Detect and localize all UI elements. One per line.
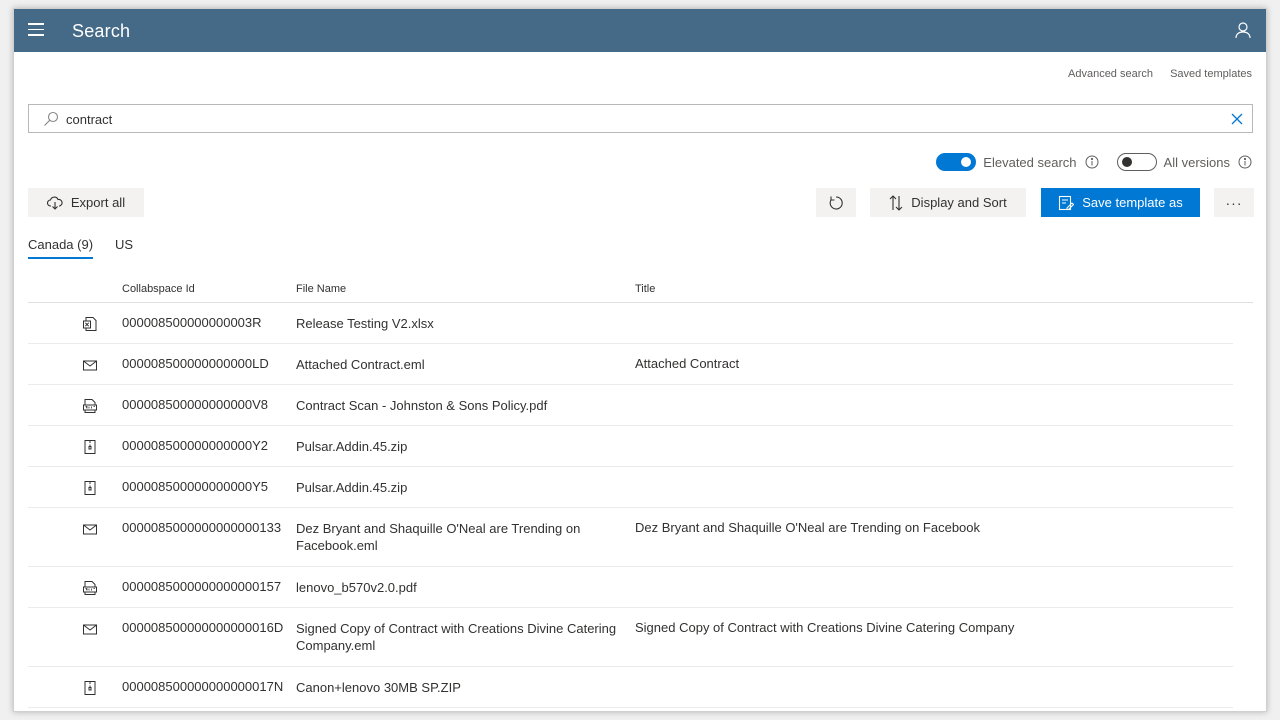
save-template-label: Save template as xyxy=(1082,195,1183,210)
search-icon xyxy=(44,111,59,126)
refresh-button[interactable] xyxy=(816,188,856,217)
column-header-collabspace-id[interactable]: Collabspace Id xyxy=(122,283,195,295)
search-options: Elevated search All versions xyxy=(936,152,1252,172)
table-row[interactable]: 000008500000000000LD Attached Contract.em… xyxy=(28,344,1233,385)
pdf-file-icon xyxy=(83,399,97,413)
all-versions-toggle[interactable] xyxy=(1116,153,1157,171)
cell-file-name: Pulsar.Addin.45.zip xyxy=(296,480,408,495)
table-row[interactable]: 000008500000000000Y2 Pulsar.Addin.45.zip xyxy=(28,426,1233,467)
table-row[interactable]: 000008500000000000V8 Contract Scan - John… xyxy=(28,385,1233,426)
save-template-icon xyxy=(1059,195,1075,210)
app-window: Search Advanced search Saved templates E… xyxy=(13,8,1267,712)
sort-icon xyxy=(889,194,903,211)
excel-file-icon xyxy=(83,317,97,331)
cell-file-name: lenovo_b570v2.0.pdf xyxy=(296,580,417,595)
cell-collabspace-id: 000008500000000003R xyxy=(122,315,262,330)
email-icon xyxy=(83,360,97,371)
refresh-icon xyxy=(829,195,843,210)
cell-file-name: Signed Copy of Contract with Creations D… xyxy=(296,621,617,653)
save-template-button[interactable]: Save template as xyxy=(1041,188,1200,217)
table-header: Collabspace Id File Name Title xyxy=(28,281,1253,303)
cell-title: Dez Bryant and Shaquille O'Neal are Tren… xyxy=(635,520,981,535)
advanced-search-link[interactable]: Advanced search xyxy=(1068,68,1153,80)
cell-file-name: Attached Contract.eml xyxy=(296,357,425,372)
cell-collabspace-id: 0000085000000000000157 xyxy=(122,579,282,594)
top-links: Advanced search Saved templates xyxy=(1054,68,1252,80)
more-options-button[interactable]: ··· xyxy=(1214,188,1254,217)
cell-collabspace-id: 000008500000000000Y5 xyxy=(122,479,269,494)
cell-collabspace-id: 000008500000000000LD xyxy=(122,356,269,371)
display-and-sort-button[interactable]: Display and Sort xyxy=(870,188,1026,217)
tab-canada[interactable]: Canada (9) xyxy=(28,237,94,259)
top-bar: Search xyxy=(14,9,1266,52)
table-row[interactable]: 0000085000000000000157 lenovo_b570v2.0.pd… xyxy=(28,567,1233,608)
cell-collabspace-id: 000008500000000000V8 xyxy=(122,397,269,412)
cell-file-name: Release Testing V2.xlsx xyxy=(296,316,434,331)
close-icon[interactable] xyxy=(1230,112,1244,126)
cell-title: Attached Contract xyxy=(635,356,740,371)
tab-us[interactable]: US xyxy=(115,237,133,259)
table-row[interactable]: 000008500000000003R Release Testing V2.xl… xyxy=(28,303,1233,344)
results-table: 000008500000000003R Release Testing V2.xl… xyxy=(28,303,1233,708)
export-all-label: Export all xyxy=(70,195,126,210)
zip-file-icon xyxy=(84,440,96,454)
search-input[interactable] xyxy=(66,109,1216,129)
cell-file-name: Pulsar.Addin.45.zip xyxy=(296,439,408,454)
zip-file-icon xyxy=(84,681,96,695)
table-row[interactable]: 000008500000000000016D Signed Copy of Con… xyxy=(28,608,1233,667)
table-row[interactable]: 000008500000000000017N Canon+lenovo 30MB … xyxy=(28,667,1233,708)
elevated-search-toggle[interactable] xyxy=(936,153,977,171)
region-tabs: Canada (9) US xyxy=(28,237,155,259)
table-row[interactable]: 000008500000000000Y5 Pulsar.Addin.45.zip xyxy=(28,467,1233,508)
pdf-file-icon xyxy=(83,581,97,595)
cell-collabspace-id: 000008500000000000Y2 xyxy=(122,438,269,453)
cell-collabspace-id: 000008500000000000017N xyxy=(122,679,284,694)
cell-file-name: Dez Bryant and Shaquille O'Neal are Tren… xyxy=(296,521,581,553)
info-icon[interactable] xyxy=(1238,155,1252,169)
table-row[interactable]: 0000085000000000000133 Dez Bryant and Sha… xyxy=(28,508,1233,567)
zip-file-icon xyxy=(84,481,96,495)
search-box xyxy=(28,104,1253,133)
hamburger-menu-icon[interactable] xyxy=(28,23,44,37)
cell-collabspace-id: 000008500000000000016D xyxy=(122,620,284,635)
cell-file-name: Contract Scan - Johnston & Sons Policy.p… xyxy=(296,398,548,413)
info-icon[interactable] xyxy=(1085,155,1099,169)
email-icon xyxy=(83,524,97,535)
elevated-search-label: Elevated search xyxy=(983,154,1077,170)
cell-title: Signed Copy of Contract with Creations D… xyxy=(635,620,1015,635)
cell-collabspace-id: 0000085000000000000133 xyxy=(122,520,282,535)
cloud-download-icon xyxy=(46,196,63,210)
page-title: Search xyxy=(72,21,131,41)
column-header-title[interactable]: Title xyxy=(635,283,655,295)
user-icon[interactable] xyxy=(1234,21,1252,39)
all-versions-label: All versions xyxy=(1163,154,1230,170)
saved-templates-link[interactable]: Saved templates xyxy=(1170,68,1252,80)
display-and-sort-label: Display and Sort xyxy=(911,195,1007,210)
cell-file-name: Canon+lenovo 30MB SP.ZIP xyxy=(296,680,461,695)
email-icon xyxy=(83,624,97,635)
column-header-file-name[interactable]: File Name xyxy=(296,283,346,295)
export-all-button[interactable]: Export all xyxy=(28,188,144,217)
